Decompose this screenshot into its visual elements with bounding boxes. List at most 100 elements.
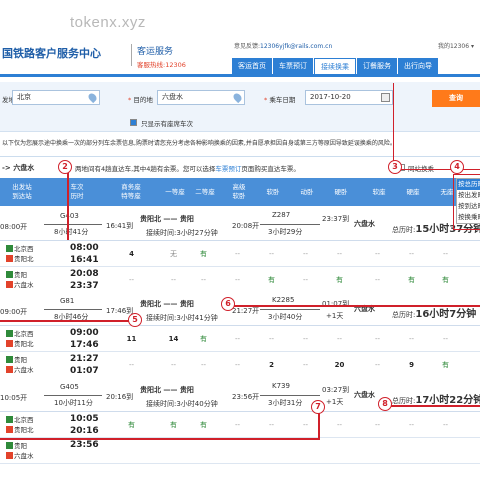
seat-cell[interactable]: --: [190, 352, 217, 378]
from-input[interactable]: 北京: [12, 90, 100, 105]
col-train[interactable]: 车次 历时: [44, 178, 110, 206]
seat-cell[interactable]: --: [258, 412, 285, 438]
seat-cell[interactable]: --: [364, 267, 391, 293]
seat-cell[interactable]: 有: [190, 241, 217, 267]
seat-cell[interactable]: --: [432, 241, 459, 267]
seat-cell[interactable]: --: [224, 267, 251, 293]
seat-cell[interactable]: --: [292, 241, 319, 267]
seat-cell[interactable]: --: [364, 352, 391, 378]
calendar-icon[interactable]: [381, 93, 390, 102]
seat-cell[interactable]: --: [364, 326, 391, 352]
seat-cell[interactable]: --: [326, 412, 353, 438]
seat-cell[interactable]: --: [118, 352, 145, 378]
seat-cell[interactable]: [190, 438, 217, 464]
train-number-1[interactable]: G81: [60, 297, 74, 305]
only-seats-checkbox[interactable]: [130, 119, 137, 126]
my-12306-link[interactable]: 我的12306 ▾: [438, 41, 474, 50]
seat-cell[interactable]: 有: [118, 412, 145, 438]
col-second[interactable]: 二等座: [190, 178, 220, 206]
seat-cell[interactable]: --: [224, 412, 251, 438]
sort-option[interactable]: 按到达时: [457, 201, 480, 212]
seat-cell[interactable]: 无: [160, 241, 187, 267]
booking-link[interactable]: 车票预订: [215, 165, 241, 173]
seat-cell[interactable]: --: [224, 352, 251, 378]
col-soft-sleeper[interactable]: 软卧: [258, 178, 288, 206]
seat-cell[interactable]: [160, 438, 187, 464]
seat-cell[interactable]: [398, 438, 425, 464]
nav-home[interactable]: 客运首页: [232, 58, 272, 75]
seat-cell[interactable]: 2: [258, 352, 285, 378]
sort-option[interactable]: 按出发时: [457, 190, 480, 201]
seat-cell[interactable]: --: [224, 326, 251, 352]
nav-guide[interactable]: 出行向导: [398, 58, 438, 75]
seat-cell[interactable]: [258, 438, 285, 464]
seat-cell[interactable]: [432, 438, 459, 464]
col-business[interactable]: 商务座 特等座: [118, 178, 144, 206]
seat-cell[interactable]: --: [190, 267, 217, 293]
col-first[interactable]: 一等座: [160, 178, 190, 206]
location-pin-icon[interactable]: [86, 91, 99, 104]
feedback-email[interactable]: 12306yjfk@rails.com.cn: [260, 43, 332, 50]
seat-cell[interactable]: --: [292, 267, 319, 293]
seat-cell[interactable]: --: [398, 326, 425, 352]
col-hard-sleeper[interactable]: 硬卧: [326, 178, 356, 206]
seat-cell[interactable]: --: [160, 352, 187, 378]
seat-cell[interactable]: --: [118, 267, 145, 293]
transfer-row[interactable]: 08:00开 G403 8小时41分 16:41到 贵阳北 —— 贵阳 接续时间…: [0, 206, 480, 241]
seat-cell[interactable]: --: [364, 241, 391, 267]
seat-cell[interactable]: --: [292, 412, 319, 438]
site-logo[interactable]: 国铁路客户服务中心: [2, 45, 101, 61]
seat-cell[interactable]: [364, 438, 391, 464]
seat-cell[interactable]: [326, 438, 353, 464]
col-moving-sleeper[interactable]: 动卧: [292, 178, 322, 206]
seat-cell[interactable]: --: [258, 241, 285, 267]
col-soft-seat[interactable]: 软座: [364, 178, 394, 206]
seat-cell[interactable]: --: [326, 326, 353, 352]
seat-cell[interactable]: 有: [190, 326, 217, 352]
train-number-2[interactable]: K739: [272, 382, 290, 390]
sort-option[interactable]: 按总历时: [457, 179, 480, 190]
col-stations[interactable]: 出发站 到达站: [0, 178, 44, 206]
col-premium-sleeper[interactable]: 高级 软卧: [224, 178, 254, 206]
seat-cell[interactable]: 有: [432, 352, 459, 378]
sort-dropdown[interactable]: 按总历时 按出发时 按到达时 按换乘时: [456, 178, 480, 224]
seat-cell[interactable]: --: [432, 326, 459, 352]
seat-cell[interactable]: [292, 438, 319, 464]
seat-cell[interactable]: --: [224, 241, 251, 267]
seat-cell[interactable]: [224, 438, 251, 464]
seat-cell[interactable]: --: [398, 241, 425, 267]
location-pin-icon[interactable]: [231, 91, 244, 104]
seat-cell[interactable]: --: [364, 412, 391, 438]
nav-meal[interactable]: 订餐服务: [357, 58, 397, 75]
seat-cell[interactable]: --: [258, 326, 285, 352]
seat-cell[interactable]: 9: [398, 352, 425, 378]
nav-booking[interactable]: 车票预订: [273, 58, 313, 75]
seat-cell[interactable]: --: [292, 352, 319, 378]
train-number-2[interactable]: Z287: [272, 211, 290, 219]
seat-cell[interactable]: 有: [160, 412, 187, 438]
to-input[interactable]: 六盘水: [157, 90, 245, 105]
seat-cell[interactable]: 4: [118, 241, 145, 267]
train-number-2[interactable]: K2285: [272, 296, 294, 304]
seat-cell[interactable]: 有: [190, 412, 217, 438]
nav-transfer[interactable]: 接续换乘: [314, 58, 356, 75]
train-number-1[interactable]: G403: [60, 212, 79, 220]
seat-cell[interactable]: 有: [432, 267, 459, 293]
seat-cell[interactable]: 14: [160, 326, 187, 352]
train-number-1[interactable]: G405: [60, 383, 79, 391]
seat-cell[interactable]: 11: [118, 326, 145, 352]
seat-cell[interactable]: --: [160, 267, 187, 293]
seat-cell[interactable]: 有: [326, 267, 353, 293]
seat-cell[interactable]: --: [432, 412, 459, 438]
seat-cell[interactable]: --: [292, 326, 319, 352]
sort-option[interactable]: 按换乘时: [457, 212, 480, 223]
date-input[interactable]: 2017-10-20: [305, 90, 393, 105]
seat-cell[interactable]: --: [326, 241, 353, 267]
seat-cell[interactable]: [118, 438, 145, 464]
col-hard-seat[interactable]: 硬座: [398, 178, 428, 206]
seat-cell[interactable]: 20: [326, 352, 353, 378]
seat-cell[interactable]: 有: [258, 267, 285, 293]
transfer-row[interactable]: 10:05开 G405 10小时11分 20:16到 贵阳北 —— 贵阳 接续时…: [0, 377, 480, 412]
seat-cell[interactable]: --: [398, 412, 425, 438]
seat-cell[interactable]: 有: [398, 267, 425, 293]
